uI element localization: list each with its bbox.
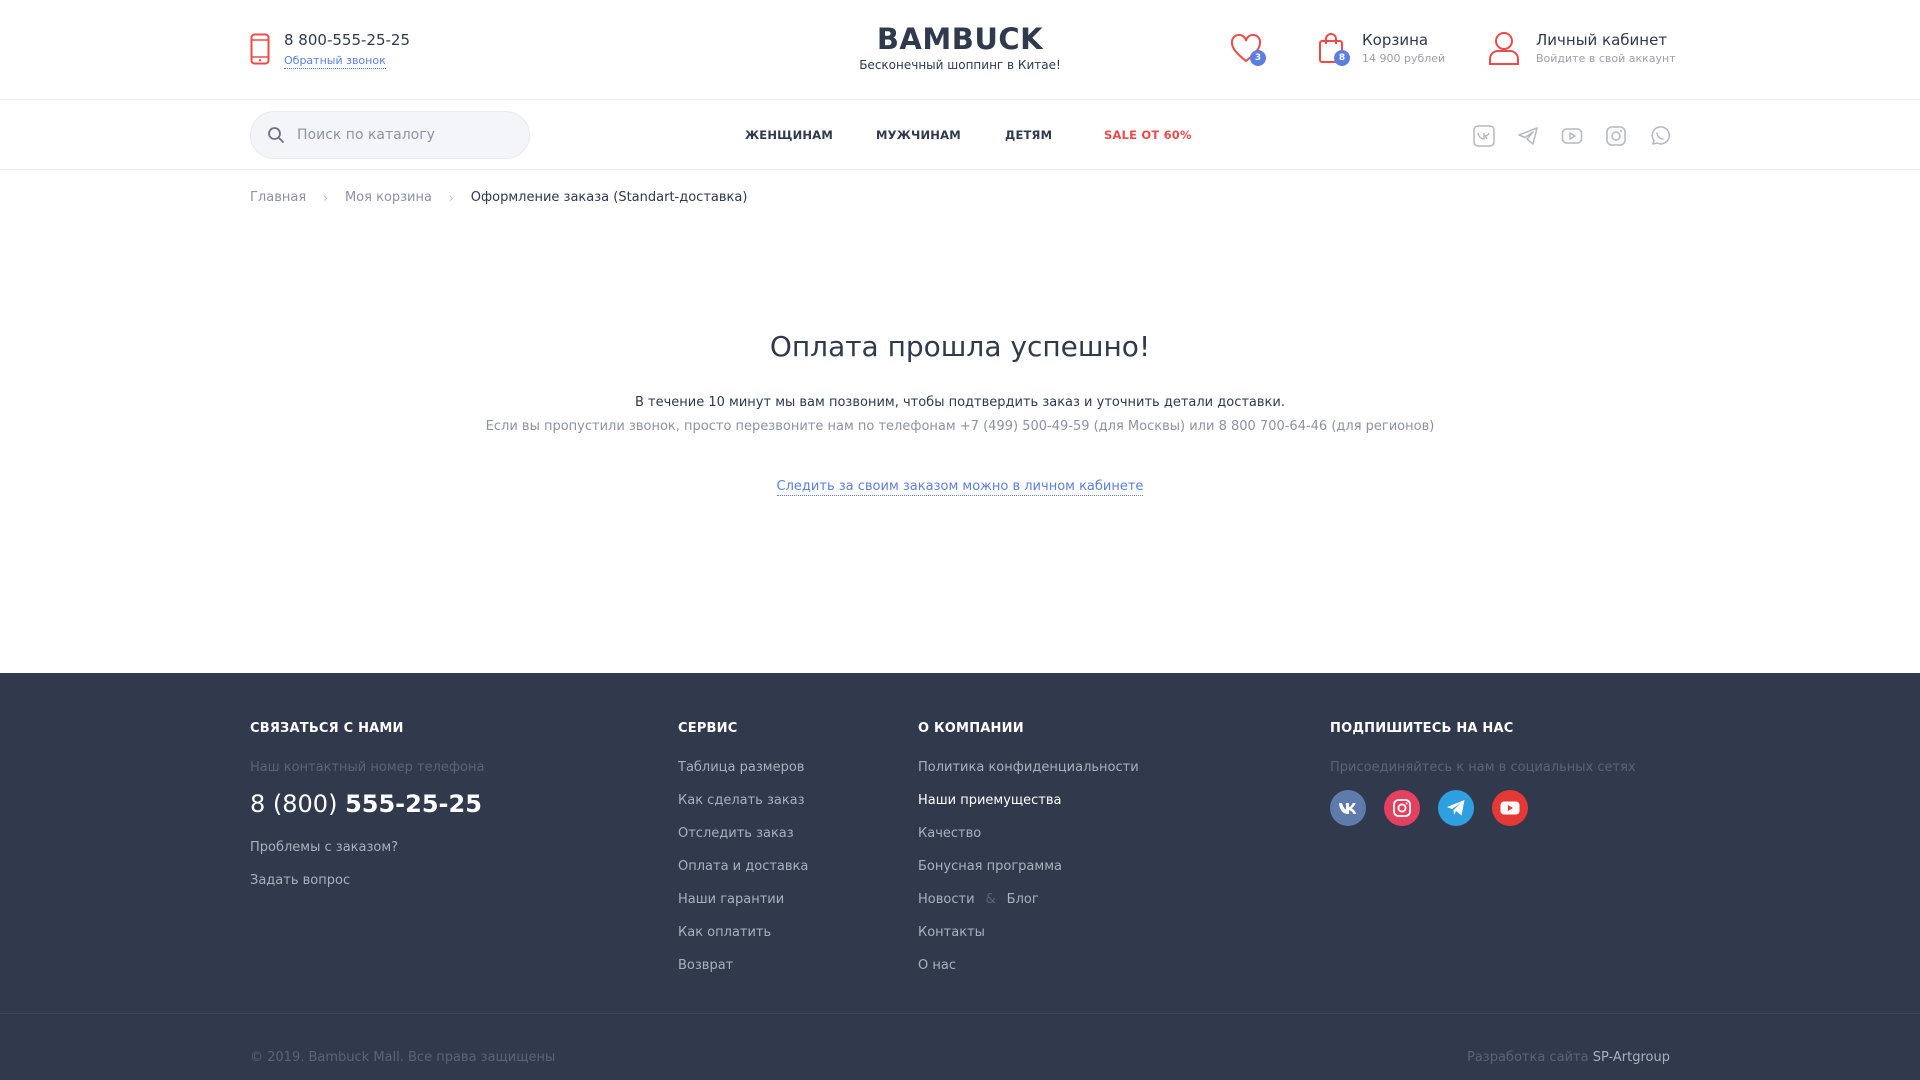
footer-link-size-table[interactable]: Таблица размеров <box>678 760 808 776</box>
footer-link-guarantees[interactable]: Наши гарантии <box>678 892 808 908</box>
developer-link[interactable]: SP-Artgroup <box>1593 1050 1670 1065</box>
breadcrumb-current: Оформление заказа (Standart-доставка) <box>470 190 748 205</box>
footer-link-bonus[interactable]: Бонусная программа <box>918 859 1139 875</box>
footer-link-contacts[interactable]: Контакты <box>918 925 1139 941</box>
footer-order-problems-link[interactable]: Проблемы с заказом? <box>250 840 484 856</box>
menu-men[interactable]: МУЖЧИНАМ <box>876 128 961 142</box>
cart-button[interactable]: 8 Корзина 14 900 рублей <box>1318 30 1445 66</box>
cart-title: Корзина <box>1362 31 1429 49</box>
logo-tagline: Бесконечный шоппинг в Китае! <box>859 58 1061 72</box>
footer-link-privacy[interactable]: Политика конфиденциальности <box>918 760 1139 776</box>
footer-link-advantages[interactable]: Наши приемущества <box>918 793 1139 809</box>
footer-subscribe-hint: Присоединяйтесь к нам в социальных сетях <box>1330 760 1636 775</box>
footer-phone-hint: Наш контактный номер телефона <box>250 760 485 775</box>
footer-company-title: О КОМПАНИИ <box>918 721 1024 736</box>
callback-info-text: Если вы пропустили звонок, просто перезв… <box>485 419 1435 434</box>
developer-label: Разработка сайта <box>1467 1050 1589 1065</box>
logo-title: BAMBUCK <box>876 22 1044 56</box>
cart-icon-wrap: 8 <box>1318 30 1350 66</box>
footer-service: СЕРВИС Таблица размеров Как сделать зака… <box>678 721 808 991</box>
vk-icon[interactable] <box>1472 124 1496 148</box>
menu-kids[interactable]: ДЕТЯМ <box>1005 128 1052 142</box>
instagram-icon[interactable] <box>1384 790 1420 826</box>
footer-phone[interactable]: 8 (800) 555-25-25 <box>250 790 484 818</box>
header-phone[interactable]: 8 800-555-25-25 <box>284 31 410 49</box>
chevron-right-icon: › <box>448 190 454 205</box>
account-subtitle: Войдите в свой аккаунт <box>1536 52 1676 65</box>
mobile-phone-icon <box>250 33 270 65</box>
user-icon <box>1489 32 1519 65</box>
chevron-right-icon: › <box>323 190 328 205</box>
payment-success-section: Оплата прошла успешно! В течение 10 мину… <box>0 330 1920 496</box>
footer-contact: СВЯЗАТЬСЯ С НАМИ Наш контактный номер те… <box>250 721 484 906</box>
footer-service-title: СЕРВИС <box>678 721 738 736</box>
menu-sale[interactable]: SALE ОТ 60% <box>1104 128 1192 142</box>
copyright: © 2019. Bambuck Mall. Все права защищены <box>250 1050 556 1065</box>
footer-bottom: © 2019. Bambuck Mall. Все права защищены… <box>0 1013 1920 1080</box>
footer-company: О КОМПАНИИ Политика конфиденциальности Н… <box>918 721 1139 991</box>
cart-count-badge: 8 <box>1334 50 1350 66</box>
cart-total: 14 900 рублей <box>1362 52 1446 65</box>
breadcrumb-cart[interactable]: Моя корзина <box>345 190 432 205</box>
breadcrumb-home[interactable]: Главная <box>250 190 306 205</box>
callback-link[interactable]: Обратный звонок <box>284 54 386 69</box>
footer-phone-main: 555-25-25 <box>345 790 482 818</box>
account-title: Личный кабинет <box>1536 31 1668 49</box>
footer-news-blog-row: Новости & Блог <box>918 892 1139 908</box>
footer-link-returns[interactable]: Возврат <box>678 958 808 974</box>
whatsapp-icon[interactable] <box>1648 124 1672 148</box>
footer-link-payment-delivery[interactable]: Оплата и доставка <box>678 859 808 875</box>
breadcrumb: Главная › Моя корзина › Оформление заказ… <box>250 190 747 205</box>
header: 8 800-555-25-25 Обратный звонок BAMBUCK … <box>0 0 1920 100</box>
header-socials <box>1472 124 1692 148</box>
footer-link-how-to-order[interactable]: Как сделать заказ <box>678 793 808 809</box>
favorites-button[interactable]: 3 <box>1230 32 1266 68</box>
footer: СВЯЗАТЬСЯ С НАМИ Наш контактный номер те… <box>0 673 1920 1080</box>
page-title: Оплата прошла успешно! <box>769 330 1151 363</box>
footer-link-quality[interactable]: Качество <box>918 826 1139 842</box>
footer-link-news[interactable]: Новости <box>918 892 975 908</box>
footer-ask-question-link[interactable]: Задать вопрос <box>250 873 484 889</box>
footer-link-blog[interactable]: Блог <box>1007 892 1039 908</box>
footer-social-icons <box>1330 790 1636 826</box>
instagram-icon[interactable] <box>1604 124 1628 148</box>
youtube-icon[interactable] <box>1560 124 1584 148</box>
menu-women[interactable]: ЖЕНЩИНАМ <box>745 128 833 142</box>
telegram-icon[interactable] <box>1516 124 1540 148</box>
footer-link-how-to-pay[interactable]: Как оплатить <box>678 925 808 941</box>
footer-subscribe-title: ПОДПИШИТЕСЬ НА НАС <box>1330 721 1514 736</box>
footer-phone-prefix: 8 (800) <box>250 790 338 818</box>
logo[interactable]: BAMBUCK Бесконечный шоппинг в Китае! <box>760 22 1160 72</box>
footer-amp: & <box>985 892 996 907</box>
confirmation-text: В течение 10 минут мы вам позвоним, чтоб… <box>634 395 1285 410</box>
account-button[interactable]: Личный кабинет Войдите в свой аккаунт <box>1488 30 1676 66</box>
track-order-link[interactable]: Следить за своим заказом можно в личном … <box>776 479 1144 496</box>
nav-bar: ЖЕНЩИНАМ МУЖЧИНАМ ДЕТЯМ SALE ОТ 60% <box>0 100 1920 170</box>
footer-contact-title: СВЯЗАТЬСЯ С НАМИ <box>250 721 404 736</box>
telegram-icon[interactable] <box>1438 790 1474 826</box>
vk-icon[interactable] <box>1330 790 1366 826</box>
footer-link-track-order[interactable]: Отследить заказ <box>678 826 808 842</box>
footer-subscribe: ПОДПИШИТЕСЬ НА НАС Присоединяйтесь к нам… <box>1330 721 1636 826</box>
favorites-count-badge: 3 <box>1250 50 1266 66</box>
youtube-icon[interactable] <box>1492 790 1528 826</box>
phone-block: 8 800-555-25-25 Обратный звонок <box>250 31 410 69</box>
footer-link-about[interactable]: О нас <box>918 958 1139 974</box>
developer-credit: Разработка сайта SP-Artgroup <box>1467 1050 1670 1065</box>
